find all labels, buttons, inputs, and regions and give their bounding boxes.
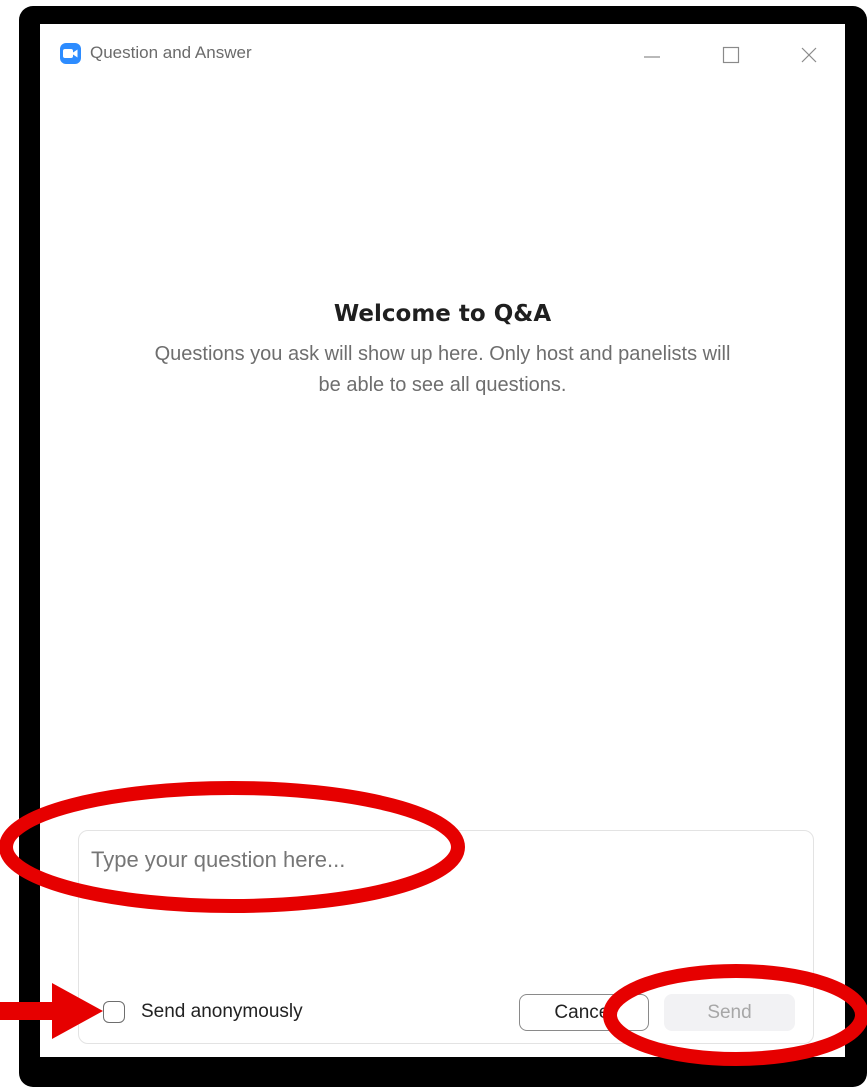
cancel-button[interactable]: Cancel	[519, 994, 649, 1031]
maximize-button[interactable]	[716, 40, 746, 70]
welcome-panel: Welcome to Q&A Questions you ask will sh…	[40, 301, 845, 401]
question-input[interactable]	[89, 845, 793, 939]
qa-window: Question and Answer Welcome to Q&A Quest…	[40, 24, 845, 1057]
send-anonymously-label: Send anonymously	[141, 1001, 303, 1022]
close-icon	[801, 47, 817, 63]
send-anonymously-row[interactable]: Send anonymously	[103, 1001, 303, 1023]
welcome-description: Questions you ask will show up here. Onl…	[154, 343, 731, 396]
welcome-title: Welcome to Q&A	[333, 301, 552, 327]
maximize-icon	[722, 46, 740, 64]
window-title: Question and Answer	[90, 43, 252, 62]
minimize-button[interactable]	[637, 40, 667, 70]
minimize-icon	[644, 56, 660, 58]
zoom-video-icon	[60, 43, 81, 64]
close-button[interactable]	[794, 40, 824, 70]
send-button[interactable]: Send	[664, 994, 795, 1031]
question-composer: Send anonymously Cancel Send	[78, 830, 814, 1044]
send-anonymously-checkbox[interactable]	[103, 1001, 125, 1023]
title-bar: Question and Answer	[40, 24, 845, 88]
